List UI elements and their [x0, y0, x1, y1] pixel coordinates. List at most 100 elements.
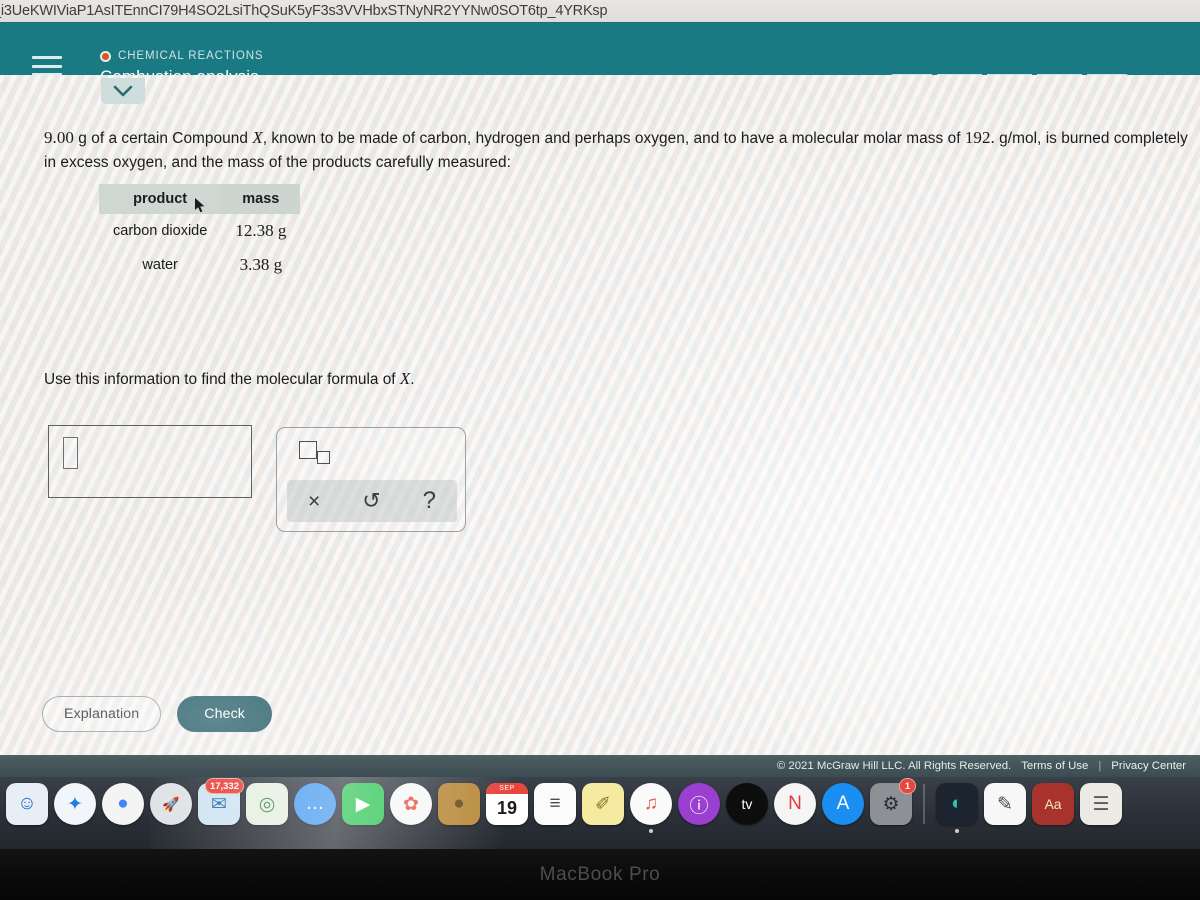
instruction-text: Use this information to find the molecul…: [44, 369, 415, 389]
calendar-month-label: SEP: [486, 783, 528, 794]
column-header-product-label: product: [133, 191, 188, 207]
action-buttons: Explanation Check: [42, 696, 272, 732]
collapse-tab[interactable]: [101, 78, 145, 104]
dock-item-calendar[interactable]: SEP 19: [486, 783, 528, 825]
instruction-part-1: Use this information to find the molecul…: [44, 371, 400, 388]
check-button[interactable]: Check: [177, 696, 272, 732]
cell-product: carbon dioxide: [113, 223, 208, 239]
dock-item-music[interactable]: ♫: [630, 783, 672, 833]
instruction-variable: X: [399, 369, 411, 388]
cell-product: water: [142, 257, 178, 273]
apple-tv-icon: tv: [741, 796, 753, 812]
app-header: CHEMICAL REACTIONS Combustion analysis: [0, 22, 1200, 89]
column-header-mass: mass: [221, 184, 301, 214]
question-mass: 9.00: [44, 128, 74, 147]
dock-item-system-preferences[interactable]: ⚙ 1: [870, 778, 916, 825]
dock-item-notes[interactable]: ✐: [582, 783, 624, 825]
pages-icon: ✎: [997, 793, 1013, 815]
chrome-icon: ●: [117, 793, 129, 814]
question-part-2: , known to be made of carbon, hydrogen a…: [262, 130, 965, 147]
aleks-circle-icon: [100, 50, 111, 62]
dock-item-mail[interactable]: ✉ 17,332: [198, 778, 244, 825]
dock-item-preview-document[interactable]: ☰: [1080, 783, 1122, 825]
question-text: 9.00 g of a certain Compound X, known to…: [44, 125, 1200, 174]
chevron-down-icon: [113, 85, 133, 96]
dock-item-safari[interactable]: ✦: [54, 783, 96, 825]
photos-icon: ✿: [403, 793, 419, 815]
facetime-icon: ▶: [355, 793, 371, 815]
dock-item-pages[interactable]: ✎: [984, 783, 1026, 825]
question-molar-mass: 192.: [964, 128, 995, 147]
laptop-bezel: MacBook Pro: [0, 849, 1200, 900]
macbook-label: MacBook Pro: [539, 863, 661, 885]
clear-icon[interactable]: ×: [308, 491, 320, 512]
dock-item-podcasts[interactable]: ⓘ: [678, 783, 720, 825]
app-store-icon: A: [836, 793, 850, 814]
cell-mass: 3.38 g: [239, 255, 283, 274]
calendar-day-label: 19: [496, 797, 518, 818]
news-icon: N: [788, 793, 802, 814]
dock-item-reminders[interactable]: ≡: [534, 783, 576, 825]
contacts-icon: ●: [453, 793, 465, 814]
dock-item-dictionary[interactable]: Aa: [1032, 783, 1074, 825]
privacy-center-link[interactable]: Privacy Center: [1111, 760, 1186, 772]
dock-item-chrome[interactable]: ●: [102, 783, 144, 825]
dock-item-apple-tv[interactable]: tv: [726, 783, 768, 825]
preview-document-icon: ☰: [1092, 793, 1110, 815]
browser-url-bar[interactable]: gnemi/jcl-cji\r_lqiaoDxZnxj_i3UeKWIViaP1…: [0, 0, 1200, 22]
system-preferences-icon: ⚙: [882, 793, 900, 815]
dock-badge: 17,332: [204, 778, 244, 794]
empty-entry-box-icon: [63, 437, 78, 469]
dock-item-news[interactable]: N: [774, 783, 816, 825]
cell-mass: 12.38 g: [235, 221, 287, 240]
mail-icon: ✉: [211, 793, 227, 815]
dock-item-webex[interactable]: ◐: [936, 783, 978, 833]
column-header-product: product: [99, 184, 222, 214]
maps-icon: ◎: [258, 793, 276, 815]
subscript-index-box: [317, 451, 330, 464]
math-palette: × ↺ ?: [276, 427, 466, 532]
finder-icon: ☺: [17, 793, 37, 814]
breadcrumb-label: CHEMICAL REACTIONS: [118, 50, 264, 62]
dock-item-finder[interactable]: ☺: [6, 783, 48, 825]
running-indicator-dot: [649, 829, 653, 833]
copyright-text: © 2021 McGraw Hill LLC. All Rights Reser…: [776, 760, 1012, 772]
table-row: water 3.38 g: [99, 248, 300, 282]
dock-item-contacts[interactable]: ●: [438, 783, 480, 825]
dock-item-launchpad[interactable]: 🚀: [150, 783, 192, 825]
dock-item-maps[interactable]: ◎: [246, 783, 288, 825]
url-text: gnemi/jcl-cji\r_lqiaoDxZnxj_i3UeKWIViaP1…: [0, 3, 608, 19]
products-table: product mass carbon dioxide 12.38 g wate…: [99, 184, 301, 282]
explanation-button[interactable]: Explanation: [42, 696, 162, 732]
instruction-part-2: .: [410, 371, 415, 388]
palette-actions: × ↺ ?: [287, 480, 457, 522]
table-row: carbon dioxide 12.38 g: [99, 214, 300, 248]
webex-icon: ◐: [951, 793, 963, 814]
music-icon: ♫: [643, 793, 659, 814]
undo-icon[interactable]: ↺: [362, 490, 380, 512]
question-part-1: g of a certain Compound: [73, 130, 253, 147]
dock-item-messages[interactable]: …: [294, 783, 336, 825]
dock-item-app-store[interactable]: A: [822, 783, 864, 825]
hamburger-icon[interactable]: [32, 56, 62, 76]
launchpad-icon: 🚀: [162, 795, 180, 812]
macos-dock: ☺ ✦ ● 🚀 ✉ 17,332 ◎ … ▶ ✿ ● SEP 19 ≡ ✐ ♫ ⓘ tv N A ⚙ 1 ◐ ✎ Aa ☰: [0, 777, 1200, 849]
dock-item-photos[interactable]: ✿: [390, 783, 432, 825]
answer-input[interactable]: [48, 425, 252, 498]
footer-separator: |: [1098, 760, 1102, 772]
dock-item-facetime[interactable]: ▶: [342, 783, 384, 825]
dock-separator: [923, 784, 925, 824]
dock-badge: 1: [899, 778, 916, 794]
question-mark-icon[interactable]: ?: [423, 489, 436, 513]
podcasts-icon: ⓘ: [689, 795, 709, 817]
terms-of-use-link[interactable]: Terms of Use: [1021, 760, 1088, 772]
compound-variable: X: [252, 128, 263, 147]
reminders-icon: ≡: [549, 793, 561, 814]
screenshot-root: gnemi/jcl-cji\r_lqiaoDxZnxj_i3UeKWIViaP1…: [0, 0, 1200, 900]
dock-items: ☺ ✦ ● 🚀 ✉ 17,332 ◎ … ▶ ✿ ● SEP 19 ≡ ✐ ♫ ⓘ tv N A ⚙ 1 ◐ ✎ Aa ☰: [6, 778, 1122, 833]
notes-icon: ✐: [595, 793, 611, 815]
safari-icon: ✦: [67, 793, 83, 815]
subscript-template-icon[interactable]: [299, 441, 339, 467]
subscript-base-box: [299, 441, 317, 459]
messages-icon: …: [305, 793, 325, 814]
